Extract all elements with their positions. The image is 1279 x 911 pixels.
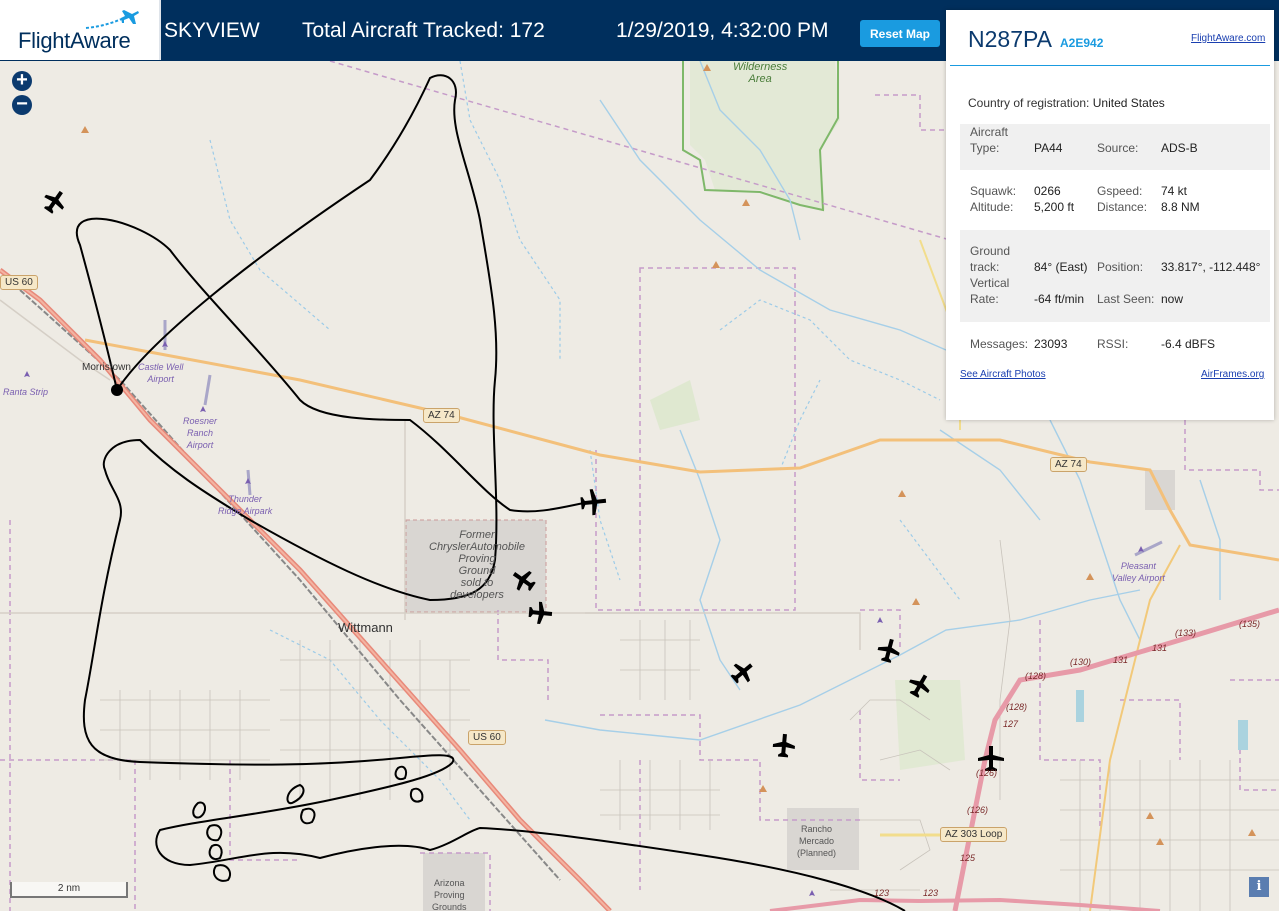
source-label: Source: xyxy=(1097,141,1139,155)
map-label-wilderness: Wilderness Area xyxy=(733,61,788,85)
logo-text: FlightAware xyxy=(18,28,131,53)
source-value: ADS-B xyxy=(1161,141,1198,155)
aircraft-type-label: Aircraft Type: xyxy=(970,125,1009,155)
squawk-label: Squawk: xyxy=(970,184,1017,198)
map-label-wittmann: Wittmann xyxy=(338,620,393,635)
aircraft-icon[interactable] xyxy=(771,732,797,758)
zoom-out-button[interactable]: − xyxy=(12,94,32,115)
messages-value: 23093 xyxy=(1034,337,1068,351)
datetime: 1/29/2019, 4:32:00 PM xyxy=(616,19,829,42)
zoom-in-button[interactable]: + xyxy=(12,70,32,91)
ground-track-value: 84° (East) xyxy=(1034,260,1088,274)
flightaware-link[interactable]: FlightAware.com xyxy=(1191,33,1265,44)
last-seen-value: now xyxy=(1161,292,1184,306)
aircraft-tracked-count: Total Aircraft Tracked: 172 xyxy=(302,19,545,42)
panel-divider xyxy=(950,65,1270,66)
map-label-castle-well-airport: Castle Well Airport xyxy=(138,362,184,384)
gspeed-label: Gspeed: xyxy=(1097,184,1143,198)
flightaware-logo[interactable]: FlightAware xyxy=(0,0,161,60)
map-label-thunder-ridge-airpark: Thunder Ridge Airpark xyxy=(218,494,273,516)
route-number: (133) xyxy=(1175,628,1197,638)
map-label-ranta-strip: Ranta Strip xyxy=(3,387,49,397)
map-info-button[interactable]: i xyxy=(1249,877,1269,897)
vertical-rate-label: Vertical Rate: xyxy=(970,276,1010,306)
rssi-label: RSSI: xyxy=(1097,337,1129,351)
vertical-rate-value: -64 ft/min xyxy=(1034,292,1085,306)
route-number: (128) xyxy=(1025,671,1047,681)
messages-label: Messages: xyxy=(970,337,1029,351)
distance-label: Distance: xyxy=(1097,200,1148,214)
map-label-az74: AZ 74 xyxy=(1050,457,1087,472)
squawk-value: 0266 xyxy=(1034,184,1061,198)
ground-track-label: Ground track: xyxy=(970,244,1011,274)
route-number: (130) xyxy=(1070,657,1092,667)
country-value: United States xyxy=(1092,96,1165,110)
app-title: SKYVIEW xyxy=(164,19,260,42)
route-number: 131 xyxy=(1152,643,1168,653)
aircraft-icon[interactable] xyxy=(42,188,68,214)
route-number: 127 xyxy=(1003,719,1019,729)
map-label-arizona-proving-grounds: Arizona Proving Grounds xyxy=(432,878,467,911)
reset-map-button[interactable]: Reset Map xyxy=(860,20,940,47)
aircraft-icon[interactable] xyxy=(528,600,554,626)
route-number: (135) xyxy=(1239,619,1261,629)
route-number: (126) xyxy=(967,805,989,815)
map-label-morristown: Morristown xyxy=(82,362,131,373)
map-label-chrysler-proving-ground: Former ChryslerAutomobile Proving Ground… xyxy=(429,529,525,601)
position-value: 33.817°, -112.448° xyxy=(1161,260,1261,274)
route-number: 125 xyxy=(960,853,976,863)
map-scale-bar: 2 nm xyxy=(10,882,128,898)
last-seen-label: Last Seen: xyxy=(1097,292,1155,306)
aircraft-icon[interactable] xyxy=(730,659,756,685)
route-number: (128) xyxy=(1006,702,1028,712)
gspeed-value: 74 kt xyxy=(1161,184,1188,198)
rssi-value: -6.4 dBFS xyxy=(1161,337,1216,351)
messages-section: Messages: 23093 RSSI: -6.4 dBFS xyxy=(960,334,1270,354)
squawk-section: Squawk: 0266 Gspeed: 74 kt Altitude: 5,2… xyxy=(960,182,1270,218)
altitude-value: 5,200 ft xyxy=(1034,200,1075,214)
route-number: 123 xyxy=(923,888,939,898)
route-number: 123 xyxy=(874,888,890,898)
ground-track-section: Ground track: 84° (East) Position: 33.81… xyxy=(960,230,1270,322)
map-label-az74: AZ 74 xyxy=(423,408,460,423)
aircraft-hex-code: A2E942 xyxy=(1060,36,1104,50)
map-label-us60: US 60 xyxy=(468,730,506,745)
see-aircraft-photos-link[interactable]: See Aircraft Photos xyxy=(960,369,1046,380)
country-of-registration: Country of registration: United States xyxy=(968,96,1165,110)
map-label-az303: AZ 303 Loop xyxy=(940,827,1008,842)
aircraft-registration: N287PA xyxy=(968,26,1052,52)
position-label: Position: xyxy=(1097,260,1144,274)
country-label: Country of registration: xyxy=(968,96,1090,110)
distance-value: 8.8 NM xyxy=(1161,200,1200,214)
route-number: (126) xyxy=(976,768,998,778)
aircraft-details-panel: N287PA A2E942 FlightAware.com Country of… xyxy=(946,10,1274,420)
selected-aircraft-icon[interactable] xyxy=(579,487,609,517)
map-label-us60: US 60 xyxy=(0,275,38,290)
aircraft-type-section: Aircraft Type: PA44 Source: ADS-B xyxy=(960,124,1270,170)
route-number: 131 xyxy=(1113,655,1129,665)
airframes-link[interactable]: AirFrames.org xyxy=(1201,369,1264,380)
map-label-roesner-ranch-airport: Roesner Ranch Airport xyxy=(183,416,218,450)
aircraft-type-value: PA44 xyxy=(1034,141,1063,155)
aircraft-icon[interactable] xyxy=(876,637,902,663)
aircraft-icon[interactable] xyxy=(907,672,933,698)
map-label-rancho-mercado: Rancho Mercado (Planned) xyxy=(797,824,837,858)
map-label-pleasant-valley-airport: Pleasant Valley Airport xyxy=(1112,561,1165,583)
altitude-label: Altitude: xyxy=(970,200,1014,214)
